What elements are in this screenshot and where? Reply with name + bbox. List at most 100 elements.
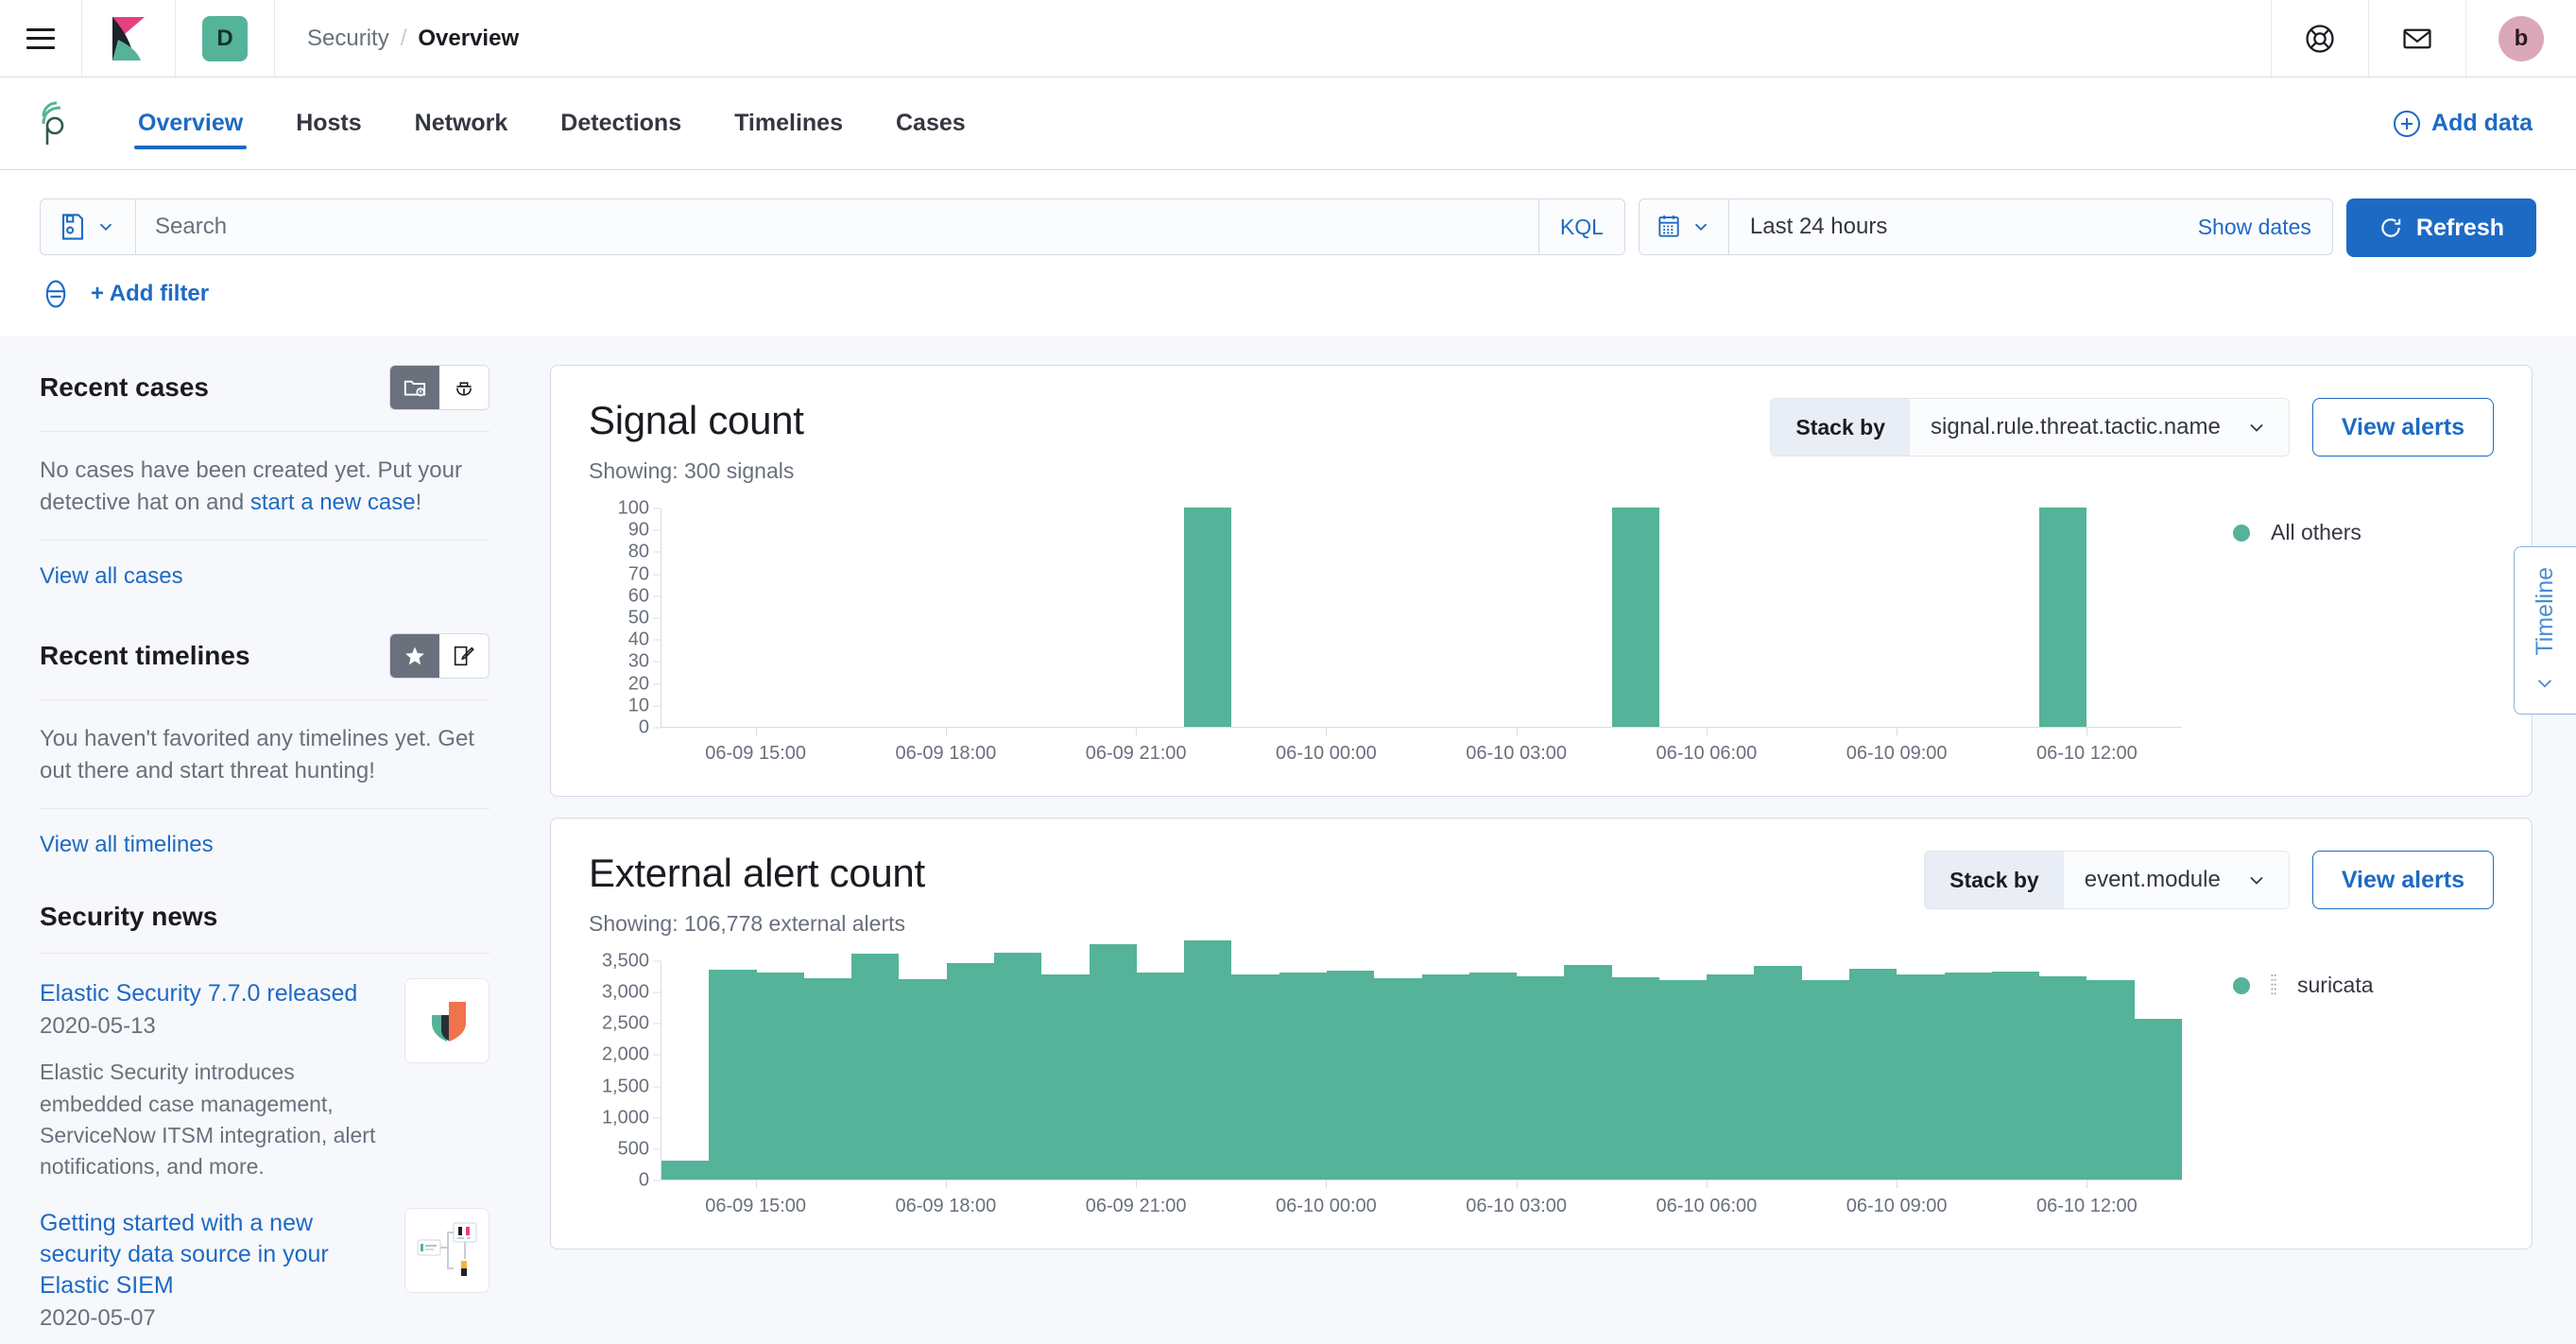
chart-bar[interactable] (1801, 980, 1850, 1180)
recently-edited-timelines-button[interactable] (439, 634, 489, 679)
space-selector-button[interactable]: D (176, 0, 275, 77)
chart-bar[interactable] (803, 978, 852, 1180)
tab-detections[interactable]: Detections (534, 78, 708, 170)
chart-bar[interactable] (1374, 978, 1422, 1180)
my-recently-assigned-cases-button[interactable] (439, 366, 489, 409)
stack-by-select[interactable]: event.module (2063, 852, 2289, 908)
chart-bar[interactable] (993, 953, 1042, 1180)
legend-item[interactable]: All others (2233, 520, 2494, 545)
add-filter-button[interactable]: + Add filter (91, 281, 209, 307)
notifications-button[interactable] (2368, 0, 2465, 77)
chart-bar[interactable] (2039, 976, 2087, 1180)
external-alert-bars (661, 940, 2182, 1180)
chart-bar[interactable] (1136, 972, 1185, 1180)
chart-bar[interactable] (1517, 975, 1565, 1180)
chart-bar[interactable] (1754, 965, 1802, 1180)
chart-bar[interactable] (851, 954, 900, 1180)
chart-bar[interactable] (1707, 974, 1755, 1180)
chart-bar[interactable] (1326, 970, 1375, 1180)
bar-slot (1326, 961, 1375, 1180)
favorite-timelines-button[interactable] (390, 634, 439, 679)
drag-handle-icon[interactable] (2271, 974, 2276, 998)
chart-bar[interactable] (2087, 980, 2135, 1180)
chart-bar[interactable] (1279, 973, 1327, 1180)
chart-bar[interactable] (1611, 976, 1659, 1180)
chart-bar[interactable] (1564, 965, 1612, 1180)
external-alert-count-header: External alert count Showing: 106,778 ex… (589, 851, 2494, 937)
chart-bar[interactable] (1468, 973, 1518, 1180)
chart-bar[interactable] (1611, 508, 1659, 727)
bar-slot (1707, 961, 1755, 1180)
chart-bar[interactable] (1944, 973, 1992, 1180)
chart-bar[interactable] (709, 969, 757, 1180)
envelope-icon (2403, 28, 2431, 48)
chart-bar[interactable] (2134, 1018, 2182, 1180)
chart-bar[interactable] (1991, 971, 2040, 1180)
search-input[interactable] (136, 199, 1538, 254)
y-axis-tick-label: 100 (617, 497, 649, 519)
chart-bar[interactable] (1041, 974, 1090, 1180)
user-menu-button[interactable]: b (2465, 0, 2576, 77)
chart-bar[interactable] (899, 978, 947, 1180)
show-dates-button[interactable]: Show dates (2177, 199, 2332, 254)
kql-language-button[interactable]: KQL (1537, 199, 1624, 254)
my-recently-assigned-cases-icon (456, 382, 472, 396)
legend-item[interactable]: suricata (2233, 973, 2494, 998)
chevron-down-icon (1694, 223, 1708, 232)
bar-slot (1945, 508, 1992, 727)
chart-bar[interactable] (756, 973, 804, 1180)
news-item-title[interactable]: Getting started with a new security data… (40, 1208, 384, 1301)
chart-bar[interactable] (1897, 974, 1945, 1180)
x-axis-tick-mark (1897, 728, 1898, 735)
chart-bar[interactable] (1184, 508, 1232, 727)
menu-button[interactable] (0, 0, 82, 77)
tab-timelines[interactable]: Timelines (708, 78, 869, 170)
news-item-thumbnail (404, 978, 489, 1064)
news-item-title[interactable]: Elastic Security 7.7.0 released (40, 978, 384, 1009)
signal-count-header: Signal count Showing: 300 signals Stack … (589, 398, 2494, 484)
bar-slot (2134, 961, 2182, 1180)
add-data-button[interactable]: Add data (2394, 110, 2533, 137)
view-all-timelines-link[interactable]: View all timelines (40, 832, 214, 858)
date-quick-select-button[interactable] (1640, 199, 1729, 254)
stack-by-select[interactable]: signal.rule.threat.tactic.name (1909, 399, 2289, 456)
view-alerts-button[interactable]: View alerts (2311, 398, 2494, 457)
filter-icon[interactable] (40, 278, 72, 310)
chart-bar[interactable] (946, 962, 994, 1180)
tab-cases[interactable]: Cases (869, 78, 992, 170)
start-new-case-link[interactable]: start a new case (250, 490, 416, 515)
y-axis-tick-label: 50 (627, 607, 649, 629)
view-all-cases-link[interactable]: View all cases (40, 563, 183, 590)
breadcrumb-overview[interactable]: Overview (418, 26, 519, 52)
external-alert-count-chart: 0 500 1,000 1,500 2,000 2,500 3,000 3,500 06-09… (589, 940, 2494, 1224)
chart-bar[interactable] (1658, 980, 1708, 1180)
saved-query-button[interactable] (41, 199, 136, 254)
recently-created-cases-button[interactable] (390, 366, 439, 409)
y-axis-tick-mark (653, 705, 661, 707)
y-axis-tick-label: 20 (627, 673, 649, 695)
breadcrumb-security[interactable]: Security (307, 26, 389, 52)
chart-bar[interactable] (1849, 969, 1898, 1180)
chart-bar[interactable] (1184, 940, 1232, 1180)
y-axis-tick-label: 10 (627, 695, 649, 716)
chart-bar[interactable] (1231, 974, 1279, 1180)
tab-hosts[interactable]: Hosts (269, 78, 387, 170)
refresh-button[interactable]: Refresh (2345, 198, 2536, 257)
bar-slot (1658, 961, 1708, 1180)
tab-network[interactable]: Network (388, 78, 535, 170)
chart-bar[interactable] (661, 1161, 710, 1180)
x-axis-tick-label: 06-09 18:00 (895, 1196, 997, 1216)
view-alerts-button[interactable]: View alerts (2311, 851, 2494, 909)
chart-bar[interactable] (1421, 974, 1469, 1180)
bar-slot (1374, 961, 1422, 1180)
chart-bar[interactable] (2039, 508, 2087, 727)
stack-by-control: Stack by event.module (1924, 851, 2290, 909)
date-range-value[interactable]: Last 24 hours (1729, 199, 2177, 254)
timeline-flyout-button[interactable]: Timeline (2514, 546, 2576, 715)
kibana-home-link[interactable] (82, 0, 176, 77)
kibana-logo-icon (112, 16, 145, 60)
tab-overview[interactable]: Overview (112, 78, 269, 170)
chart-bar[interactable] (1089, 944, 1137, 1180)
help-button[interactable] (2271, 0, 2368, 77)
news-item-date: 2020-05-07 (40, 1304, 156, 1331)
